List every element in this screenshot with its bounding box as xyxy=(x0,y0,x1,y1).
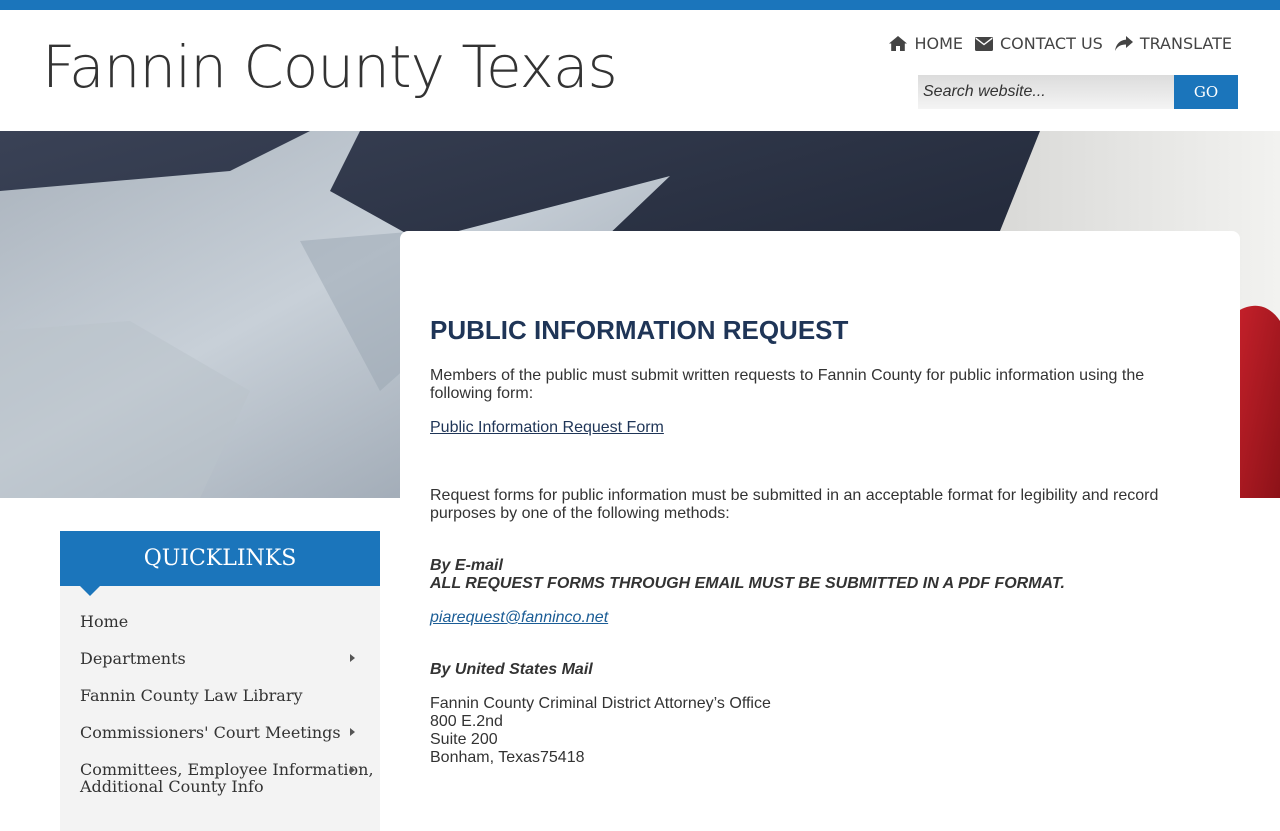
search-go-button[interactable]: GO xyxy=(1174,75,1238,109)
quicklink-law-library[interactable]: Fannin County Law Library xyxy=(80,687,368,704)
caret-right-icon xyxy=(350,766,355,774)
quicklink-label: Commissioners' Court Meetings xyxy=(80,723,341,742)
nav-translate-link[interactable]: TRANSLATE xyxy=(1114,34,1232,53)
nav-contact-link[interactable]: CONTACT US xyxy=(974,34,1103,53)
search-input[interactable] xyxy=(918,75,1174,109)
request-form-link[interactable]: Public Information Request Form xyxy=(430,419,664,436)
home-icon xyxy=(889,36,908,51)
email-heading: By E-mail xyxy=(430,557,503,574)
address-line-1: Fannin County Criminal District Attorney… xyxy=(430,695,771,712)
address-line-3: Suite 200 xyxy=(430,731,498,748)
quicklink-label: Home xyxy=(80,612,129,631)
caret-right-icon xyxy=(350,654,355,662)
quicklink-committees[interactable]: Committees, Employee Information, Additi… xyxy=(80,760,374,796)
quicklinks-sidebar: QUICKLINKS Home Departments Fannin Count… xyxy=(60,531,380,831)
nav-home-label: HOME xyxy=(914,34,963,53)
quicklink-commissioners-court[interactable]: Commissioners' Court Meetings xyxy=(80,724,368,741)
quicklink-departments[interactable]: Departments xyxy=(80,650,368,667)
quicklink-label: Departments xyxy=(80,649,186,668)
quicklink-label-line-2: Additional County Info xyxy=(80,777,264,796)
envelope-icon xyxy=(974,36,993,51)
email-pdf-note: ALL REQUEST FORMS THROUGH EMAIL MUST BE … xyxy=(430,575,1065,592)
site-header: Fannin County Texas HOME CONTACT US TRAN… xyxy=(0,10,1280,131)
top-accent-bar xyxy=(0,0,1280,10)
search-form: GO xyxy=(918,75,1238,109)
address-line-4: Bonham, Texas75418 xyxy=(430,749,585,766)
quicklink-home[interactable]: Home xyxy=(80,613,368,630)
nav-contact-label: CONTACT US xyxy=(999,34,1103,53)
utility-nav: HOME CONTACT US TRANSLATE xyxy=(877,34,1232,53)
mail-heading: By United States Mail xyxy=(430,661,593,678)
quicklink-label: Fannin County Law Library xyxy=(80,686,303,705)
quicklinks-heading: QUICKLINKS xyxy=(60,531,380,596)
nav-home-link[interactable]: HOME xyxy=(889,34,963,53)
nav-translate-label: TRANSLATE xyxy=(1139,34,1232,53)
main-content: PUBLIC INFORMATION REQUEST Members of th… xyxy=(400,231,1240,831)
caret-right-icon xyxy=(350,728,355,736)
methods-intro-text: Request forms for public information mus… xyxy=(430,487,1159,522)
intro-text: Members of the public must submit writte… xyxy=(430,367,1145,402)
quicklink-label-line-1: Committees, Employee Information, xyxy=(80,760,374,779)
site-title[interactable]: Fannin County Texas xyxy=(42,38,618,96)
share-icon xyxy=(1114,36,1133,51)
email-address-link[interactable]: piarequest@fanninco.net xyxy=(430,609,608,626)
address-line-2: 800 E.2nd xyxy=(430,713,503,730)
page-title: PUBLIC INFORMATION REQUEST xyxy=(430,315,849,346)
